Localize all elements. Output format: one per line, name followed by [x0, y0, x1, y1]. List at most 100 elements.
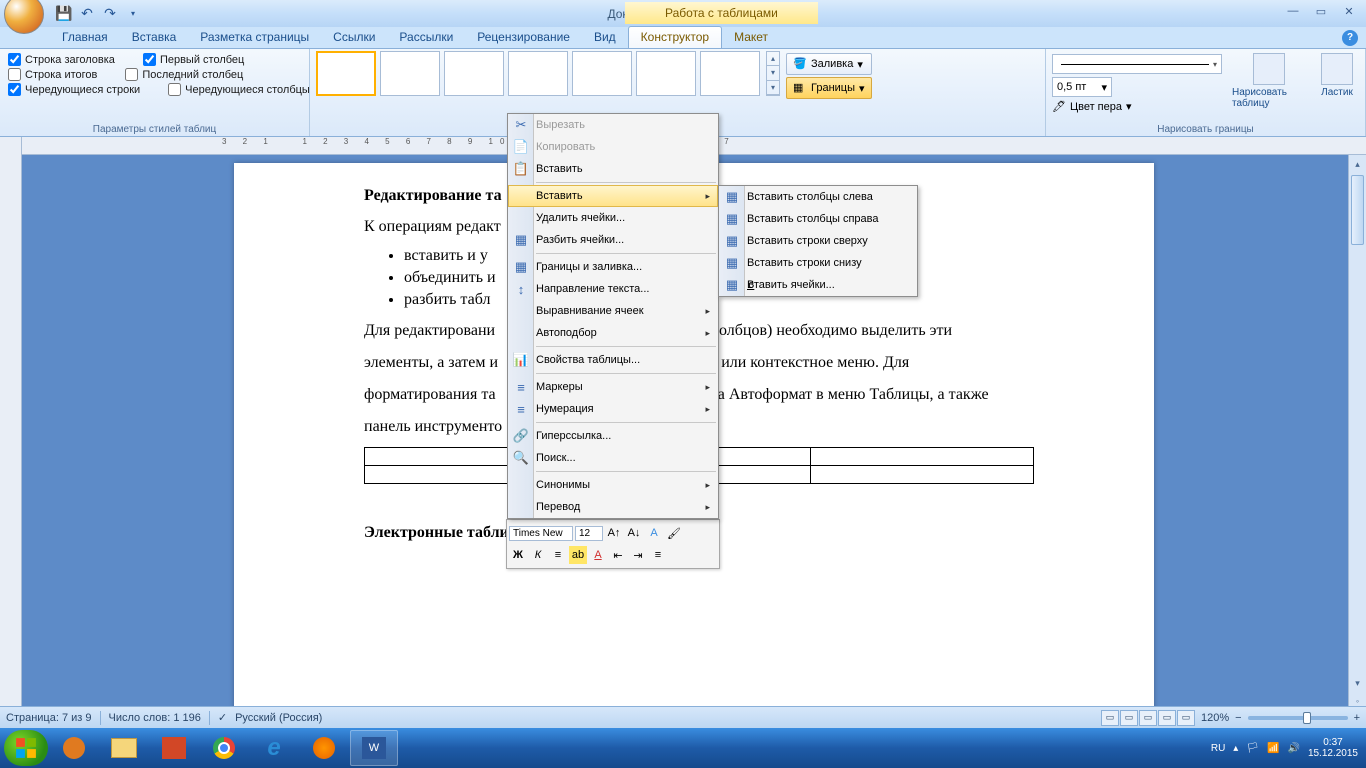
tab-references[interactable]: Ссылки: [321, 27, 387, 48]
help-icon[interactable]: ?: [1342, 30, 1358, 46]
ctx-paste[interactable]: 📋Вставить: [508, 158, 718, 180]
zoom-in-icon[interactable]: +: [1354, 712, 1360, 724]
center-icon[interactable]: ≡: [549, 546, 567, 564]
bold-icon[interactable]: Ж: [509, 546, 527, 564]
ctx-cell-alignment[interactable]: Выравнивание ячеек▸: [508, 300, 718, 322]
zoom-out-icon[interactable]: −: [1235, 712, 1241, 724]
shrink-font-icon[interactable]: A↓: [625, 524, 643, 542]
taskbar-powerpoint[interactable]: [150, 730, 198, 766]
gallery-more[interactable]: ▴▾▾: [766, 51, 780, 96]
taskbar-ie[interactable]: e: [250, 730, 298, 766]
ctx-split-cells[interactable]: ▦Разбить ячейки...: [508, 229, 718, 251]
ctx-cut[interactable]: ✂Вырезать: [508, 114, 718, 136]
view-draft[interactable]: ▭: [1177, 710, 1195, 726]
ctx-insert[interactable]: Вставить▸: [508, 185, 718, 207]
increase-indent-icon[interactable]: ⇥: [629, 546, 647, 564]
chk-banded-columns[interactable]: Чередующиеся столбцы: [168, 83, 310, 96]
tray-volume-icon[interactable]: 🔊: [1287, 743, 1299, 754]
taskbar-firefox[interactable]: [300, 730, 348, 766]
styles-icon[interactable]: A: [645, 524, 663, 542]
sub-insert-cols-left[interactable]: ▦Вставить столбцы слева: [719, 186, 917, 208]
font-selector[interactable]: Times New: [509, 526, 573, 541]
tray-lang[interactable]: RU: [1211, 743, 1225, 754]
ctx-delete-cells[interactable]: Удалить ячейки...: [508, 207, 718, 229]
tab-design[interactable]: Конструктор: [628, 26, 722, 48]
tray-show-hidden-icon[interactable]: ▴: [1233, 743, 1238, 754]
line-width-selector[interactable]: 0,5 пт▾: [1052, 77, 1112, 97]
taskbar-media-player[interactable]: [50, 730, 98, 766]
eraser-button[interactable]: Ластик: [1315, 51, 1359, 100]
highlight-icon[interactable]: ab: [569, 546, 587, 564]
borders-button[interactable]: ▦Границы ▾: [786, 77, 872, 99]
chk-banded-rows[interactable]: Чередующиеся строки: [8, 83, 140, 96]
taskbar-word[interactable]: W: [350, 730, 398, 766]
ctx-bullets[interactable]: ≡Маркеры▸: [508, 376, 718, 398]
style-thumb[interactable]: [572, 51, 632, 96]
style-thumb[interactable]: [636, 51, 696, 96]
scroll-up-icon[interactable]: ▴: [1349, 155, 1366, 173]
style-thumb[interactable]: [700, 51, 760, 96]
scrollbar-thumb[interactable]: [1351, 175, 1364, 245]
table-styles-gallery[interactable]: ▴▾▾: [316, 51, 780, 96]
chk-total-row[interactable]: Строка итогов: [8, 68, 97, 81]
spell-check-icon[interactable]: ✓: [218, 711, 227, 724]
style-thumb[interactable]: [444, 51, 504, 96]
sub-insert-rows-above[interactable]: ▦Вставить строки сверху: [719, 230, 917, 252]
view-print-layout[interactable]: ▭: [1101, 710, 1119, 726]
taskbar-chrome[interactable]: [200, 730, 248, 766]
ctx-autofit[interactable]: Автоподбор▸: [508, 322, 718, 344]
minimize-button[interactable]: —: [1280, 2, 1306, 20]
ctx-translate[interactable]: Перевод▸: [508, 496, 718, 518]
word-count[interactable]: Число слов: 1 196: [109, 712, 201, 724]
style-thumb[interactable]: [316, 51, 376, 96]
tab-home[interactable]: Главная: [50, 27, 120, 48]
tray-flag-icon[interactable]: 🏳: [1246, 743, 1259, 754]
grow-font-icon[interactable]: A↑: [605, 524, 623, 542]
qat-customize-icon[interactable]: ▾: [123, 4, 143, 24]
tray-time[interactable]: 0:37: [1308, 737, 1358, 748]
ctx-copy[interactable]: 📄Копировать: [508, 136, 718, 158]
chk-last-column[interactable]: Последний столбец: [125, 68, 243, 81]
draw-table-button[interactable]: Нарисовать таблицу: [1226, 51, 1311, 111]
tray-date[interactable]: 15.12.2015: [1308, 748, 1358, 759]
tray-network-icon[interactable]: 📶: [1267, 743, 1279, 754]
taskbar-explorer[interactable]: [100, 730, 148, 766]
sub-insert-cols-right[interactable]: ▦Вставить столбцы справа: [719, 208, 917, 230]
tab-page-layout[interactable]: Разметка страницы: [188, 27, 321, 48]
zoom-slider[interactable]: [1248, 716, 1348, 720]
view-outline[interactable]: ▭: [1158, 710, 1176, 726]
line-style-selector[interactable]: ▾: [1052, 54, 1222, 74]
font-size-selector[interactable]: 12: [575, 526, 603, 541]
pen-color-button[interactable]: 🖊Цвет пера ▾: [1052, 100, 1222, 113]
language-indicator[interactable]: Русский (Россия): [235, 712, 322, 724]
ctx-lookup[interactable]: 🔍Поиск...: [508, 447, 718, 469]
chk-header-row[interactable]: Строка заголовка: [8, 53, 115, 66]
close-button[interactable]: ✕: [1336, 2, 1362, 20]
style-thumb[interactable]: [508, 51, 568, 96]
ctx-borders-shading[interactable]: ▦Границы и заливка...: [508, 256, 718, 278]
ctx-hyperlink[interactable]: 🔗Гиперссылка...: [508, 425, 718, 447]
sub-insert-rows-below[interactable]: ▦Вставить строки снизу: [719, 252, 917, 274]
tab-layout[interactable]: Макет: [722, 27, 780, 48]
ctx-numbering[interactable]: ≡Нумерация▸: [508, 398, 718, 420]
redo-icon[interactable]: ↷: [100, 4, 120, 24]
ctx-synonyms[interactable]: Синонимы▸: [508, 474, 718, 496]
start-button[interactable]: [4, 730, 48, 766]
save-icon[interactable]: 💾: [54, 4, 74, 24]
tab-mailings[interactable]: Рассылки: [387, 27, 465, 48]
format-painter-icon[interactable]: 🖌: [665, 524, 683, 542]
shading-button[interactable]: 🪣Заливка ▾: [786, 53, 872, 75]
style-thumb[interactable]: [380, 51, 440, 96]
zoom-level[interactable]: 120%: [1201, 712, 1229, 724]
tab-view[interactable]: Вид: [582, 27, 628, 48]
italic-icon[interactable]: К: [529, 546, 547, 564]
maximize-button[interactable]: ▭: [1308, 2, 1334, 20]
bullets-icon[interactable]: ≡: [649, 546, 667, 564]
sub-insert-cells[interactable]: ▦Вставить ячейки...: [719, 274, 917, 296]
scroll-down-icon[interactable]: ▾: [1349, 674, 1366, 692]
ctx-table-properties[interactable]: 📊Свойства таблицы...: [508, 349, 718, 371]
ctx-text-direction[interactable]: ↕Направление текста...: [508, 278, 718, 300]
decrease-indent-icon[interactable]: ⇤: [609, 546, 627, 564]
tab-insert[interactable]: Вставка: [120, 27, 189, 48]
view-full-screen[interactable]: ▭: [1120, 710, 1138, 726]
